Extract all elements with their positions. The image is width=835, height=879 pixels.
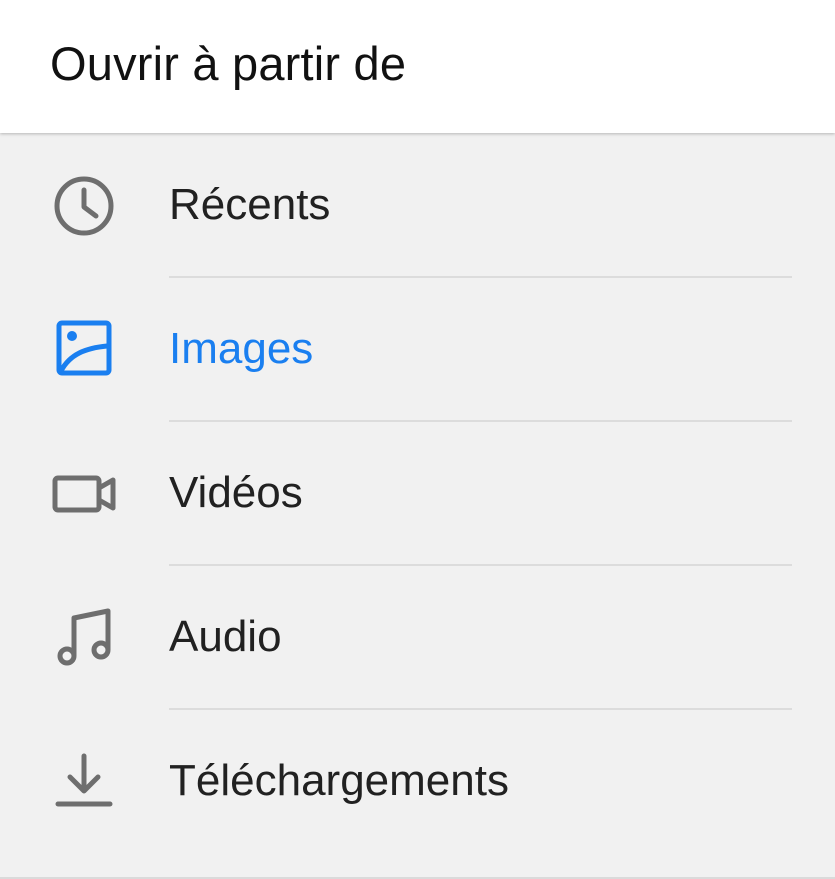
source-list: Récents Images Vidéos Audio Téléchargeme…: [0, 134, 835, 879]
clock-icon: [50, 172, 118, 240]
list-item-audio[interactable]: Audio: [0, 566, 835, 710]
list-item-images[interactable]: Images: [0, 278, 835, 422]
page-title: Ouvrir à partir de: [50, 37, 407, 90]
download-icon: [50, 748, 118, 816]
list-item-label: Récents: [169, 180, 331, 229]
app-bar: Ouvrir à partir de: [0, 0, 835, 133]
list-item-label: Téléchargements: [169, 756, 509, 805]
list-item-downloads[interactable]: Téléchargements: [0, 710, 835, 854]
list-item-recents[interactable]: Récents: [0, 134, 835, 278]
video-camera-icon: [50, 460, 118, 528]
list-item-videos[interactable]: Vidéos: [0, 422, 835, 566]
image-icon: [50, 316, 118, 384]
list-item-label: Vidéos: [169, 468, 303, 517]
music-note-icon: [50, 604, 118, 672]
list-item-label: Images: [169, 324, 314, 373]
list-item-label: Audio: [169, 612, 282, 661]
